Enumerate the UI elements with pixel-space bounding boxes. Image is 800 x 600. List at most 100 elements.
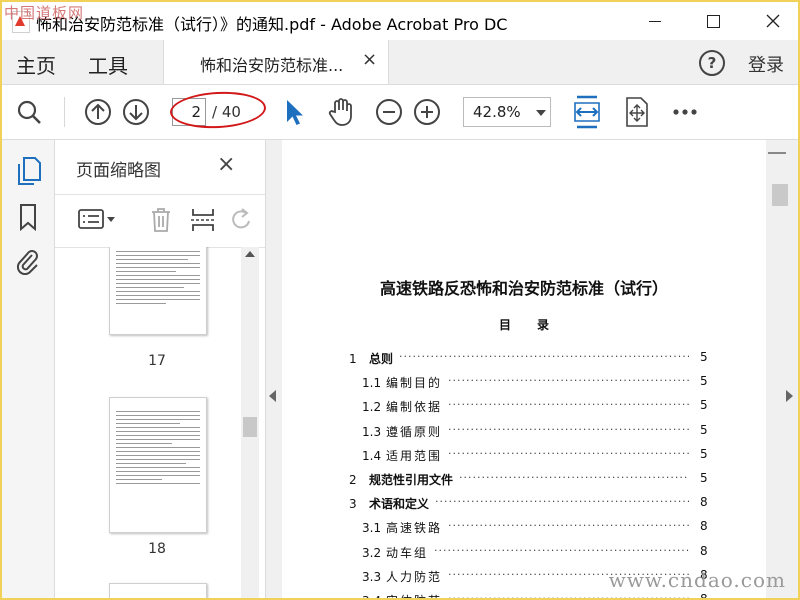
toc-number: 1 [349, 352, 357, 366]
minimize-button[interactable] [632, 2, 678, 40]
more-dots-icon [673, 109, 697, 115]
scroll-up-icon[interactable] [245, 251, 255, 257]
navigation-rail [2, 140, 55, 598]
thumbnail-page[interactable] [109, 583, 207, 598]
acrobat-window: 怖和治安防范标准（试行）》的通知.pdf - Adobe Acrobat Pro… [0, 0, 800, 600]
search-icon [17, 100, 41, 124]
thumbnail-label: 17 [148, 353, 166, 369]
toc-label: 人力防范 [386, 569, 443, 584]
toc-entry[interactable]: 3.1 高速铁路 ·································… [362, 519, 712, 535]
trash-icon [152, 208, 170, 232]
toc-leader-dots: ········································… [434, 543, 689, 557]
toc-number: 3 [349, 497, 357, 512]
toc-entry[interactable]: 3.2 动车组 ··································… [362, 544, 712, 560]
toc-entry[interactable]: 3 术语和定义 ··································… [349, 495, 712, 511]
toc-page-number: 5 [700, 422, 708, 437]
toc-number: 1.3 [362, 424, 382, 439]
document-scrollbar[interactable] [766, 140, 798, 598]
search-button[interactable] [14, 95, 44, 129]
zoom-in-button[interactable] [412, 95, 442, 129]
toc-leader-dots: ········································… [448, 374, 689, 388]
more-tools-button[interactable] [670, 95, 700, 129]
next-page-button[interactable] [120, 95, 152, 129]
fit-width-icon [574, 95, 600, 129]
rotate-page-button[interactable] [231, 207, 253, 233]
toc-entry[interactable]: 1 总则 ·····································… [349, 350, 712, 366]
plus-circle-icon [414, 99, 440, 125]
help-icon[interactable]: ? [699, 50, 725, 76]
toc-number: 3.2 [362, 545, 382, 560]
toc-entry[interactable]: 1.1 编制目的 ·································… [362, 374, 712, 390]
panel-close-button[interactable]: × [217, 152, 235, 177]
hand-tool-button[interactable] [324, 95, 358, 129]
menu-home[interactable]: 主页 [16, 50, 56, 79]
thumbnail-label: 18 [148, 541, 166, 557]
pages-icon [18, 157, 41, 185]
toc-page-number: 8 [700, 495, 708, 510]
document-scroll-thumb[interactable] [772, 184, 788, 206]
tab-close-button[interactable]: × [362, 49, 377, 70]
title-bar: 怖和治安防范标准（试行）》的通知.pdf - Adobe Acrobat Pro… [2, 2, 798, 40]
previous-page-button[interactable] [82, 95, 114, 129]
menu-tools[interactable]: 工具 [88, 50, 128, 79]
page-thumbnails-button[interactable] [13, 156, 43, 186]
zoom-select[interactable]: 42.8% [463, 97, 551, 127]
thumbnail-page[interactable] [109, 397, 207, 533]
paperclip-icon [16, 250, 38, 275]
toc-label: 遵循原则 [386, 424, 443, 439]
toc-label: 编制依据 [386, 400, 443, 415]
toc-entry[interactable]: 2 规范性引用文件 ································… [349, 471, 712, 487]
document-tab[interactable]: 怖和治安防范标准... × [163, 40, 389, 84]
toc-entry[interactable]: 1.3 遵循原则 ·································… [362, 423, 712, 439]
toc-page-number: 5 [700, 398, 708, 413]
close-icon [766, 14, 780, 28]
toc-number: 3.4 [362, 594, 386, 598]
toc-label: 实体防范 [386, 592, 442, 598]
bookmarks-button[interactable] [13, 202, 43, 232]
toc-number: 3.1 [362, 521, 382, 536]
collapse-panel-icon[interactable] [269, 390, 276, 402]
bookmark-icon [20, 204, 36, 231]
close-window-button[interactable] [750, 2, 796, 40]
toc-leader-dots: ········································… [448, 592, 689, 598]
toc-label: 适用范围 [386, 448, 443, 463]
toc-leader-dots: ········································… [448, 398, 689, 412]
toc-entry[interactable]: 1.2 编制依据 ·································… [362, 398, 712, 414]
rotate-icon [232, 208, 250, 229]
hand-icon [328, 98, 352, 126]
login-button[interactable]: 登录 [748, 51, 784, 77]
toc-label: 编制目的 [386, 376, 443, 391]
expand-page-icon [626, 97, 648, 127]
panel-scrollbar[interactable] [241, 247, 259, 598]
fit-width-button[interactable] [570, 95, 604, 129]
attachments-button[interactable] [13, 246, 43, 276]
toc-leader-dots: ········································… [448, 422, 689, 436]
menu-bar: 主页 工具 怖和治安防范标准... × ? 登录 [2, 40, 798, 85]
document-view[interactable]: 高速铁路反恐怖和治安防范标准（试行） 目录 1 总则 ···············… [282, 140, 766, 598]
toc-label: 术语和定义 [369, 497, 430, 512]
toc-page-number: 5 [700, 350, 708, 364]
thumbnail-options-button[interactable] [77, 207, 117, 233]
zoom-out-button[interactable] [374, 95, 404, 129]
maximize-button[interactable] [690, 2, 736, 40]
toc-entry[interactable]: 3.4实体防范 ·································… [362, 592, 712, 598]
toc-heading: 目录 [498, 318, 575, 332]
watermark-logo-text: 中国道板网 [4, 4, 85, 22]
full-screen-button[interactable] [620, 95, 654, 129]
toolbar: 2 / 40 42.8% [2, 85, 798, 140]
toc-leader-dots: ········································… [435, 495, 689, 509]
select-tool-button[interactable] [282, 95, 306, 129]
insert-page-button[interactable] [189, 206, 217, 234]
expand-right-pane-icon[interactable] [786, 390, 793, 402]
options-menu-icon [78, 209, 115, 229]
toc-page-number: 5 [700, 374, 708, 389]
toc-label: 动车组 [386, 545, 429, 560]
toc-entry[interactable]: 1.4 适用范围 ·································… [362, 447, 712, 463]
minus-circle-icon [376, 99, 402, 125]
toc-leader-dots: ········································… [459, 471, 689, 484]
panel-splitter[interactable] [266, 140, 282, 598]
delete-page-button[interactable] [149, 206, 173, 234]
chevron-down-icon [536, 110, 546, 116]
thumbnail-page[interactable] [109, 247, 207, 335]
panel-scroll-thumb[interactable] [243, 417, 257, 437]
